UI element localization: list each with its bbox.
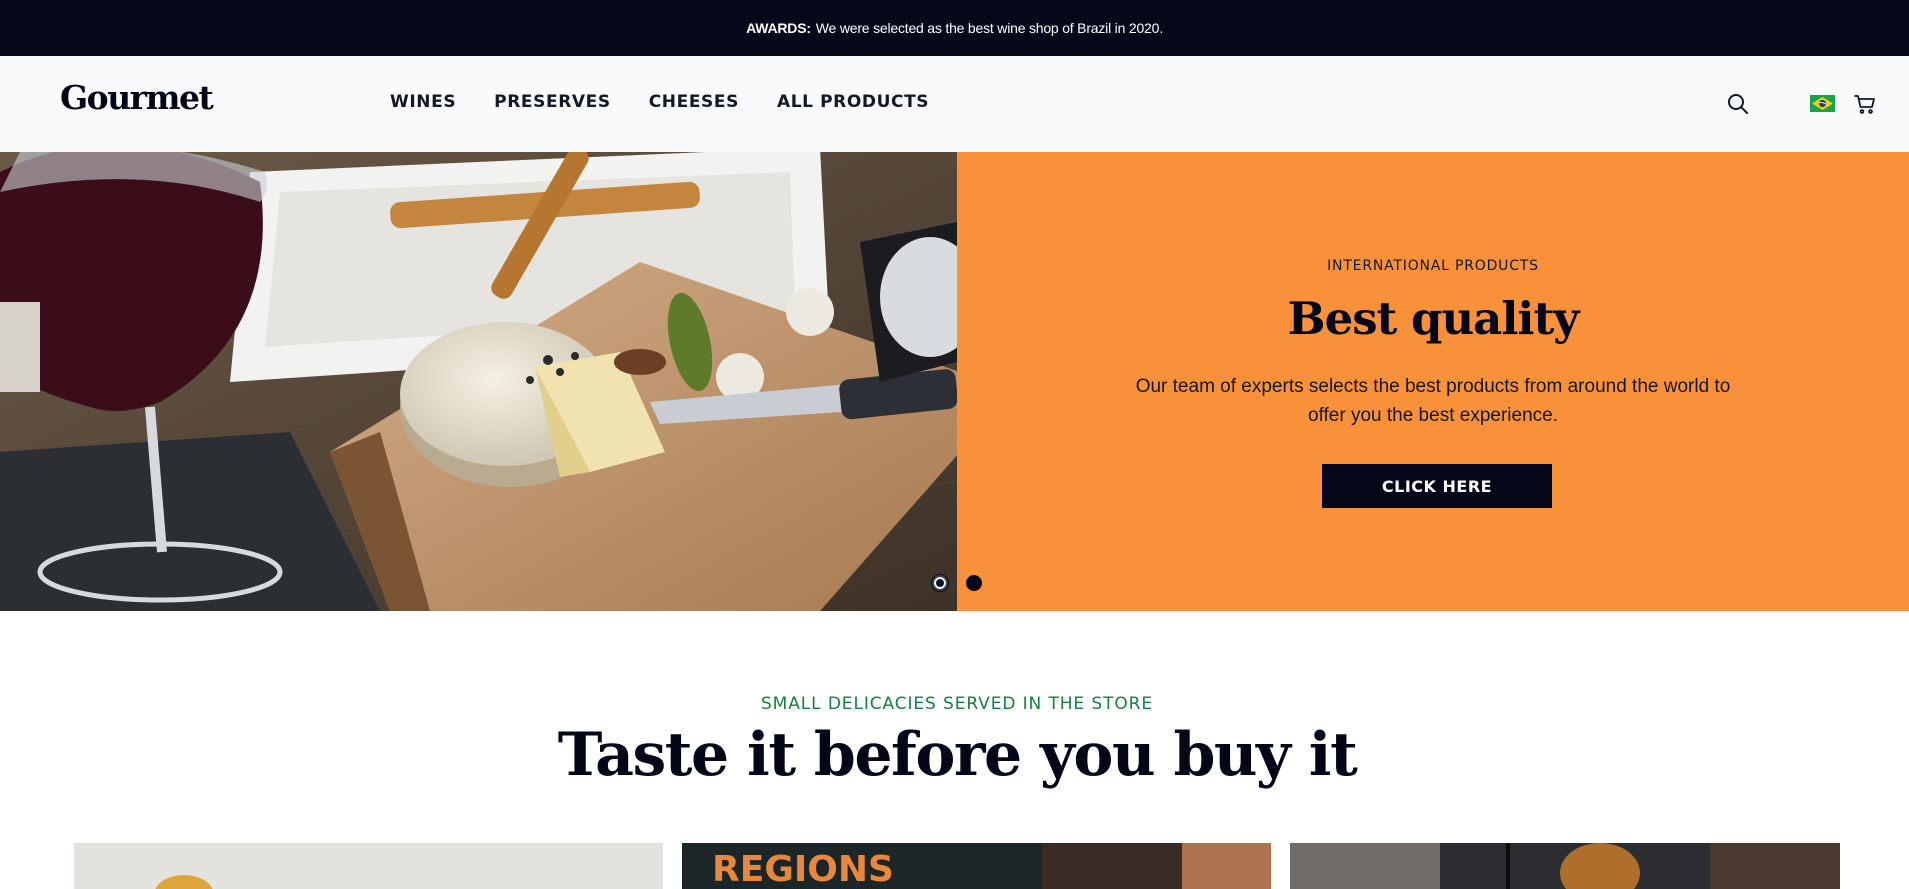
logo[interactable]: Gourmet — [60, 78, 214, 117]
hero-title: Best quality — [1287, 292, 1580, 345]
main-nav: WINES PRESERVES CHEESES ALL PRODUCTS — [390, 92, 967, 112]
announcement-bar: AWARDS: We were selected as the best win… — [0, 0, 1909, 56]
product-card-3[interactable] — [1290, 843, 1840, 889]
product-card-2[interactable]: REGIONS — [682, 843, 1271, 889]
nav-all-products[interactable]: ALL PRODUCTS — [777, 92, 929, 112]
hero-image-cheese-wine — [0, 152, 957, 611]
hero-description: Our team of experts selects the best pro… — [1135, 376, 1731, 426]
announcement-text: We were selected as the best wine shop o… — [815, 20, 1163, 36]
hero-cta-button[interactable]: CLICK HERE — [1322, 464, 1552, 508]
site-header: Gourmet WINES PRESERVES CHEESES ALL PROD… — [0, 56, 1909, 152]
nav-wines[interactable]: WINES — [390, 92, 456, 112]
nav-cheeses[interactable]: CHEESES — [649, 92, 739, 112]
carousel-dot-1[interactable] — [932, 575, 948, 591]
brazil-flag-icon[interactable] — [1810, 95, 1835, 112]
card-sign-text: REGIONS — [712, 849, 894, 889]
hero-eyebrow: INTERNATIONAL PRODUCTS — [1327, 258, 1539, 274]
product-card-1[interactable] — [74, 843, 663, 889]
section-title: Taste it before you buy it — [557, 720, 1358, 790]
section-eyebrow: SMALL DELICACIES SERVED IN THE STORE — [760, 694, 1153, 714]
carousel-dot-2[interactable] — [966, 575, 982, 591]
hero-carousel: INTERNATIONAL PRODUCTS Best quality Our … — [0, 152, 1909, 611]
announcement-label: AWARDS: — [746, 20, 811, 36]
cart-icon[interactable] — [1853, 92, 1877, 116]
search-icon[interactable] — [1726, 92, 1750, 116]
hero-content-panel: INTERNATIONAL PRODUCTS Best quality Our … — [957, 152, 1909, 611]
nav-preserves[interactable]: PRESERVES — [494, 92, 611, 112]
